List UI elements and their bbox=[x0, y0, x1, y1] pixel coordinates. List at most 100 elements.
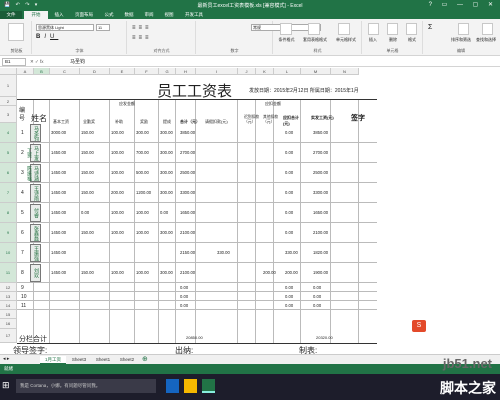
cell-actual[interactable]: 1820.00 bbox=[313, 250, 328, 255]
employee-name-cell[interactable]: 马圣钧 bbox=[30, 124, 41, 142]
format-cells-icon[interactable] bbox=[406, 23, 417, 35]
cell-actual[interactable]: 0.00 bbox=[313, 303, 321, 308]
taskbar-folder-icon[interactable] bbox=[184, 379, 197, 393]
row-header-1[interactable]: 1 bbox=[0, 75, 17, 97]
cell-no[interactable]: 7 bbox=[21, 250, 24, 256]
column-header-d[interactable]: D bbox=[80, 68, 110, 75]
cell-styles-icon[interactable] bbox=[338, 23, 350, 35]
sheet-tab-jan[interactable]: 1月工资 bbox=[40, 356, 66, 364]
cell-total[interactable]: 2100.00 bbox=[180, 230, 195, 235]
row-header-13[interactable]: 13 bbox=[0, 292, 17, 301]
cell-subsidy[interactable]: 100.00 bbox=[111, 130, 124, 135]
column-header-l[interactable]: L bbox=[274, 68, 301, 75]
column-header-m[interactable]: M bbox=[301, 68, 331, 75]
employee-name-cell[interactable]: 刘欢 bbox=[30, 264, 41, 282]
cell-no[interactable]: 8 bbox=[21, 270, 24, 276]
cell-seniority[interactable]: 150.00 bbox=[81, 130, 94, 135]
font-size-select[interactable]: 11 bbox=[96, 24, 110, 31]
cell-deduct-total[interactable]: 0.00 bbox=[285, 150, 293, 155]
select-all-corner[interactable] bbox=[0, 68, 17, 75]
autosum-icon[interactable]: Σ bbox=[428, 24, 432, 31]
start-icon[interactable]: ⊞ bbox=[2, 380, 12, 390]
formula-input[interactable]: 马圣钧 bbox=[70, 58, 85, 66]
column-header-e[interactable]: E bbox=[110, 68, 135, 75]
cell-overtime[interactable]: 100.00 bbox=[136, 210, 149, 215]
cell-seniority[interactable]: 150.00 bbox=[81, 230, 94, 235]
cell-actual[interactable]: 0.00 bbox=[313, 294, 321, 299]
row-header-9[interactable]: 9 bbox=[0, 223, 17, 243]
sheet-tab-sheet1[interactable]: Sheet1 bbox=[92, 356, 114, 364]
cell-actual[interactable]: 3850.00 bbox=[313, 130, 328, 135]
delete-cells-icon[interactable] bbox=[387, 23, 398, 35]
cell-deduct-total[interactable]: 0.00 bbox=[285, 170, 293, 175]
cell-total[interactable]: 3300.00 bbox=[180, 190, 195, 195]
cell-leave[interactable]: 330.00 bbox=[217, 250, 230, 255]
cell-total[interactable]: 2100.00 bbox=[180, 270, 195, 275]
cell-styles-button[interactable]: 单元格样式 bbox=[331, 37, 361, 43]
find-select-icon[interactable] bbox=[482, 23, 493, 35]
taskbar-ie-icon[interactable] bbox=[166, 379, 179, 393]
add-sheet-icon[interactable]: ⊕ bbox=[142, 355, 148, 363]
column-header-k[interactable]: K bbox=[256, 68, 274, 75]
column-header-g[interactable]: G bbox=[159, 68, 176, 75]
cell-base[interactable]: 1450.00 bbox=[51, 150, 66, 155]
cell-bonus[interactable]: 300.00 bbox=[160, 190, 173, 195]
cell-subsidy[interactable]: 100.00 bbox=[111, 150, 124, 155]
row-header-2[interactable]: 2 bbox=[0, 97, 17, 106]
row-header-10[interactable]: 10 bbox=[0, 243, 17, 263]
cell-overtime[interactable]: 100.00 bbox=[136, 230, 149, 235]
cell-seniority[interactable]: 150.00 bbox=[81, 170, 94, 175]
cell-actual[interactable]: 2500.00 bbox=[313, 170, 328, 175]
cell-subsidy[interactable]: 100.00 bbox=[111, 170, 124, 175]
cell-no[interactable]: 9 bbox=[21, 285, 24, 291]
row-header-11[interactable]: 11 bbox=[0, 263, 17, 283]
cell-bonus[interactable]: 300.00 bbox=[160, 170, 173, 175]
tab-insert[interactable]: 插入 bbox=[50, 11, 68, 19]
column-header-a[interactable]: A bbox=[17, 68, 34, 75]
sheet-nav-icons[interactable]: ◂ ▸ bbox=[3, 356, 9, 362]
cell-actual[interactable]: 1900.00 bbox=[313, 270, 328, 275]
cell-total[interactable]: 2500.00 bbox=[180, 170, 195, 175]
align-icons[interactable]: ≡≡≡ bbox=[132, 25, 152, 31]
font-style-icons[interactable]: BIU bbox=[36, 34, 58, 40]
cell-no[interactable]: 5 bbox=[21, 210, 24, 216]
cell-subsidy[interactable]: 100.00 bbox=[111, 270, 124, 275]
cell-no[interactable]: 2 bbox=[21, 150, 24, 156]
row-header-3[interactable]: 3 bbox=[0, 106, 17, 123]
indent-icons[interactable]: ≡≡≡ bbox=[132, 35, 152, 41]
cell-deduct-total[interactable]: 330.00 bbox=[285, 250, 298, 255]
taskbar-excel-icon[interactable] bbox=[202, 379, 215, 393]
cell-seniority[interactable]: 150.00 bbox=[81, 190, 94, 195]
find-select-button[interactable]: 查找和选择 bbox=[472, 37, 500, 43]
cell-actual[interactable]: 2100.00 bbox=[313, 230, 328, 235]
cell-deduct-total[interactable]: 0.00 bbox=[285, 294, 293, 299]
cell-overtime[interactable]: 100.00 bbox=[136, 270, 149, 275]
row-header-12[interactable]: 12 bbox=[0, 283, 17, 292]
cell-total[interactable]: 0.00 bbox=[180, 294, 188, 299]
cell-subsidy[interactable]: 100.00 bbox=[111, 230, 124, 235]
cell-deduct-total[interactable]: 0.00 bbox=[285, 210, 293, 215]
cell-base[interactable]: 3000.00 bbox=[51, 130, 66, 135]
cell-actual[interactable]: 3300.00 bbox=[313, 190, 328, 195]
delete-button[interactable]: 删除 bbox=[383, 37, 403, 43]
cell-total[interactable]: 2150.00 bbox=[180, 250, 195, 255]
column-header-i[interactable]: I bbox=[196, 68, 238, 75]
cortana-search[interactable]: 我是 Cortana，小娜。有问题尽管问我。 bbox=[16, 379, 156, 393]
cell-total[interactable]: 1650.00 bbox=[180, 210, 195, 215]
sheet-tab-sheet2[interactable]: Sheet2 bbox=[116, 356, 138, 364]
cell-bonus[interactable]: 300.00 bbox=[160, 150, 173, 155]
row-header-8[interactable]: 8 bbox=[0, 203, 17, 223]
column-header-h[interactable]: H bbox=[176, 68, 196, 75]
cell-deduct-total[interactable]: 0.00 bbox=[285, 303, 293, 308]
cell-total[interactable]: 3850.00 bbox=[180, 130, 195, 135]
column-header-n[interactable]: N bbox=[331, 68, 359, 75]
cell-other[interactable]: 200.00 bbox=[263, 270, 276, 275]
cell-actual[interactable]: 0.00 bbox=[313, 285, 321, 290]
row-header-14[interactable]: 14 bbox=[0, 301, 17, 310]
row-header-15[interactable]: 15 bbox=[0, 310, 17, 319]
row-header-17[interactable]: 17 bbox=[0, 329, 17, 343]
cell-actual[interactable]: 2700.00 bbox=[313, 150, 328, 155]
tab-data[interactable]: 数据 bbox=[120, 11, 138, 19]
row-header-16[interactable]: 16 bbox=[0, 319, 17, 329]
format-table-icon[interactable] bbox=[308, 23, 320, 35]
